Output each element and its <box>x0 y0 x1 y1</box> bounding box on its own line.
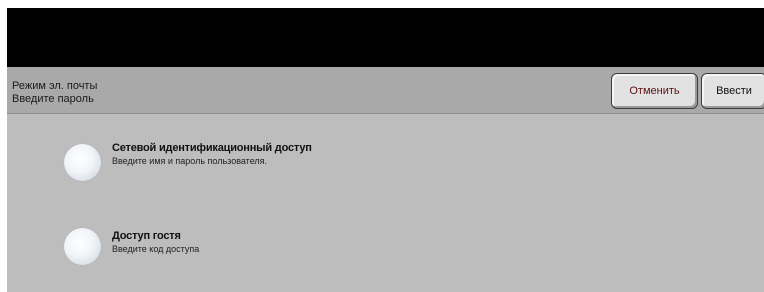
guest-access-title: Доступ гостя <box>112 230 181 242</box>
mode-title: Режим эл. почты <box>12 80 98 92</box>
network-auth-option[interactable]: Сетевой идентификационный доступ Введите… <box>7 136 764 216</box>
network-auth-radio[interactable] <box>64 144 101 181</box>
enter-button[interactable]: Ввести <box>701 73 764 109</box>
guest-access-option[interactable]: Доступ гостя Введите код доступа <box>7 222 764 292</box>
network-auth-title: Сетевой идентификационный доступ <box>112 142 312 154</box>
prompt-text: Введите пароль <box>12 93 94 105</box>
header-text: Режим эл. почты Введите пароль <box>12 80 97 106</box>
cancel-button[interactable]: Отменить <box>611 73 698 109</box>
header-bar: Режим эл. почты Введите пароль Отменить … <box>7 67 764 114</box>
network-auth-subtitle: Введите имя и пароль пользователя. <box>112 156 268 166</box>
device-screen: Режим эл. почты Введите пароль Отменить … <box>7 8 764 292</box>
guest-access-subtitle: Введите код доступа <box>112 244 200 254</box>
guest-access-radio[interactable] <box>64 228 101 265</box>
top-black-bar <box>7 8 764 67</box>
